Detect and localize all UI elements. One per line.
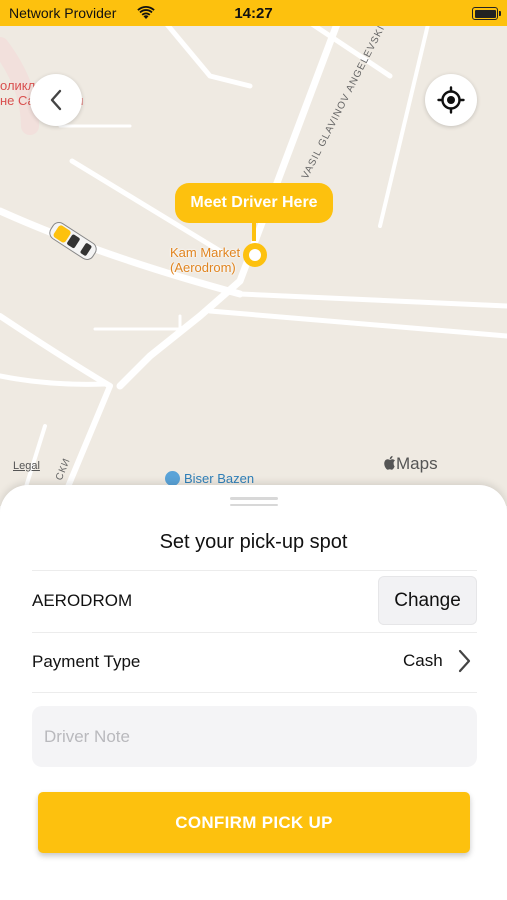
status-bar: Network Provider 14:27 [0, 0, 507, 26]
back-button[interactable] [30, 74, 82, 126]
pickup-location-name: AERODROM [32, 591, 133, 610]
sheet-title: Set your pick-up spot [159, 531, 348, 553]
confirm-pickup-button[interactable]: CONFIRM PICK UP [38, 792, 470, 853]
clock: 14:27 [234, 5, 273, 22]
pickup-pin-center [249, 249, 261, 261]
pickup-bottom-sheet: Set your pick-up spot AERODROM Change Pa… [0, 485, 507, 900]
sheet-grabber[interactable] [230, 497, 278, 507]
pool-icon [165, 471, 180, 486]
driver-note-input[interactable] [32, 706, 477, 767]
divider [32, 632, 477, 633]
divider [32, 692, 477, 693]
map-view[interactable]: оликл не Сандански VASIL GLAVINOV ANGELE… [0, 26, 507, 506]
divider [32, 570, 477, 571]
payment-type-label[interactable]: Payment Type [32, 652, 140, 672]
chevron-right-icon[interactable] [456, 648, 472, 674]
apple-logo-icon [384, 455, 395, 470]
chevron-left-icon [50, 89, 62, 111]
apple-maps-logo: Maps [384, 454, 438, 474]
change-location-button[interactable]: Change [378, 576, 477, 625]
crosshair-location-icon [437, 86, 465, 114]
legal-link[interactable]: Legal [13, 460, 40, 472]
meet-driver-callout: Meet Driver Here [175, 183, 333, 223]
pickup-poi-label: Kam Market (Aerodrom) [170, 245, 241, 275]
callout-stem [252, 223, 256, 241]
battery-icon [472, 7, 501, 20]
locate-me-button[interactable] [425, 74, 477, 126]
payment-type-value[interactable]: Cash [403, 651, 443, 671]
map-poi-biser: Biser Bazen [165, 471, 254, 486]
